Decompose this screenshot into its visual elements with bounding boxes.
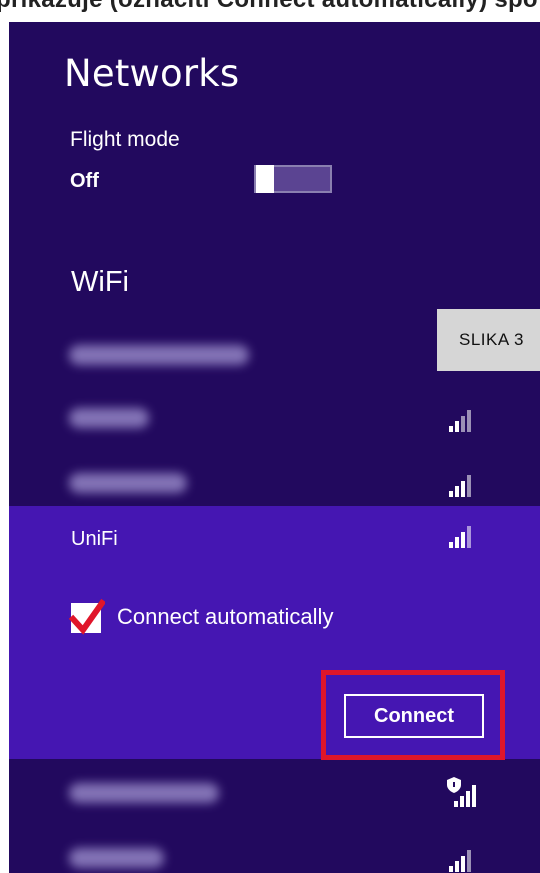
connect-automatically-checkbox[interactable] [69,598,105,635]
network-name-blurred [69,345,249,365]
network-item-selected[interactable]: UniFi Connect automatically Connect [9,506,540,760]
wifi-heading: WiFi [71,266,129,298]
connect-button[interactable]: Connect [344,694,484,738]
network-name: UniFi [71,528,118,550]
networks-panel: Networks Flight mode Off WiFi UniFi Conn… [9,22,540,873]
connect-automatically-label: Connect automatically [117,604,334,629]
flight-mode-toggle[interactable] [254,165,332,193]
wifi-signal-icon [449,848,477,872]
toggle-knob [256,165,274,193]
wifi-signal-icon [449,524,477,548]
document-text-line: prikazuje (označiti Connect automaticall… [0,0,538,14]
checkmark-icon [69,598,105,635]
wifi-signal-icon [449,473,477,497]
network-name-blurred [69,848,164,868]
network-item[interactable] [9,765,540,825]
network-name-blurred [69,473,187,493]
caption-label: SLIKA 3 [437,309,540,371]
network-item[interactable] [9,390,540,450]
wifi-signal-icon [449,408,477,432]
network-item[interactable] [9,830,540,873]
document-text-top: prikazuje (označiti Connect automaticall… [0,0,540,22]
flight-mode-state: Off [70,170,99,192]
panel-title: Networks [64,52,240,95]
wifi-signal-icon [454,783,482,807]
highlight-box: Connect [321,670,505,760]
flight-mode-label: Flight mode [70,128,180,151]
network-name-blurred [69,783,219,803]
network-name-blurred [69,408,149,428]
